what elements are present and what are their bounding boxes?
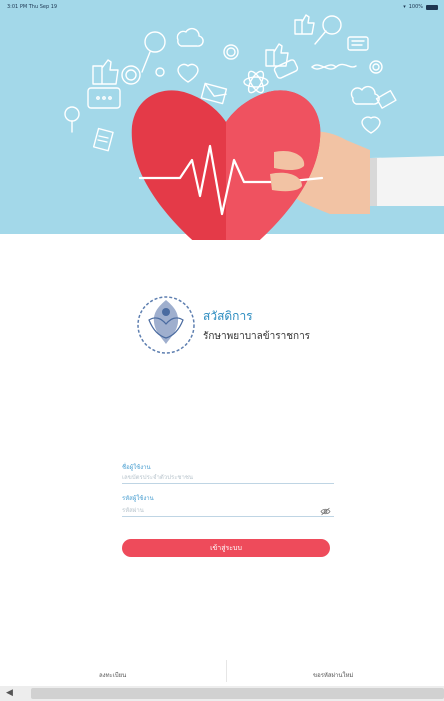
gear-icon	[121, 65, 141, 85]
forgot-password-link[interactable]: ขอรหัสผ่านใหม่	[313, 670, 353, 680]
gear-icon	[369, 60, 383, 74]
magnifier-icon	[141, 31, 166, 73]
register-link[interactable]: ลงทะเบียน	[99, 670, 126, 680]
login-button-label: เข้าสู่ระบบ	[210, 543, 242, 552]
battery-icon	[426, 4, 438, 10]
eye-slash-icon[interactable]	[320, 507, 331, 516]
status-bar: 3:01 PM Thu Sep 19 ▾ 100%	[0, 0, 444, 14]
lightbulb-icon	[155, 67, 165, 77]
wifi-icon: ▾	[403, 4, 406, 10]
thumbs-up-icon	[294, 14, 315, 35]
mail-icon	[200, 82, 228, 105]
status-time: 3:01 PM Thu Sep 19	[7, 4, 58, 10]
magnifier-icon	[64, 106, 80, 133]
org-subtitle: รักษาพยาบาลข้าราชการ	[203, 331, 311, 342]
bottom-divider	[226, 660, 227, 682]
seal-emblem	[137, 296, 195, 354]
hero-illustration	[64, 14, 444, 240]
gear-icon	[223, 44, 239, 60]
login-button[interactable]: เข้าสู่ระบบ	[122, 539, 330, 557]
username-input[interactable]	[122, 472, 334, 484]
thumbs-up-icon	[92, 59, 119, 85]
password-input[interactable]	[122, 505, 334, 517]
dna-icon	[311, 63, 357, 70]
document-icon	[92, 127, 114, 152]
hero-banner	[0, 0, 444, 240]
username-label: ชื่อผู้ใช้งาน	[122, 464, 151, 471]
heart-icon	[361, 116, 381, 134]
password-label: รหัสผู้ใช้งาน	[122, 495, 154, 502]
horizontal-scrollbar[interactable]	[31, 688, 444, 699]
magnifier-icon	[314, 15, 342, 45]
cloud-icon	[350, 85, 380, 105]
battery-text: 100%	[408, 4, 423, 10]
status-right: ▾ 100%	[403, 4, 438, 10]
back-arrow-icon[interactable]: ◀	[6, 688, 13, 698]
chat-icon	[87, 87, 121, 109]
cloud-icon	[176, 27, 204, 47]
browser-bar: ◀	[0, 686, 444, 701]
chat-icon	[347, 36, 369, 51]
chat-icon	[273, 59, 299, 79]
org-title: สวัสดิการ	[203, 309, 253, 323]
atom-icon	[243, 70, 269, 94]
heart-icon	[177, 63, 199, 83]
